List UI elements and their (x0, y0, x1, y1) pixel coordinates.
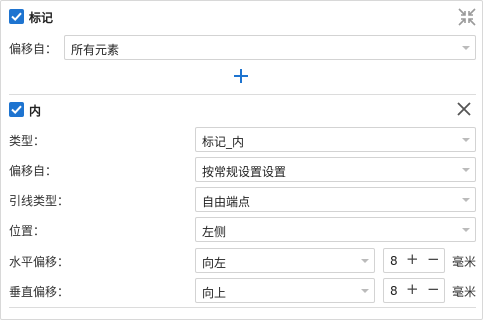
plus-icon[interactable]: + (406, 252, 419, 267)
marker-offset-from-value: 所有元素 (71, 43, 120, 57)
v-offset-direction-value: 向上 (202, 286, 227, 300)
h-offset-value[interactable]: 8 (390, 254, 398, 268)
leader-type-label: 引线类型： (9, 194, 70, 208)
leader-type-value: 自由端点 (202, 195, 251, 209)
close-icon[interactable] (457, 102, 471, 116)
inner-checkbox[interactable] (9, 102, 24, 117)
add-icon[interactable] (234, 69, 248, 83)
section-divider (9, 94, 476, 95)
properties-panel: 标记 偏移自： 所有元素 内 类型： 标记_内 偏移自： 按常规设置设置 引线类… (0, 0, 483, 320)
h-offset-label: 水平偏移： (9, 255, 70, 269)
type-label: 类型： (9, 134, 46, 148)
minus-icon[interactable]: − (427, 282, 440, 297)
check-icon (11, 105, 22, 115)
inner-offset-from-select[interactable]: 按常规设置设置 (195, 157, 476, 182)
h-offset-unit: 毫米 (452, 255, 477, 269)
inner-section-title: 内 (29, 104, 42, 118)
h-offset-direction-select[interactable]: 向左 (195, 248, 375, 273)
minus-icon[interactable]: − (427, 252, 440, 267)
v-offset-value[interactable]: 8 (390, 284, 398, 298)
chevron-down-icon (462, 168, 470, 172)
position-select[interactable]: 左侧 (195, 217, 476, 242)
chevron-down-icon (462, 46, 470, 50)
marker-section-title: 标记 (29, 11, 54, 25)
chevron-down-icon (462, 198, 470, 202)
chevron-down-icon (361, 259, 369, 263)
chevron-down-icon (462, 228, 470, 232)
type-value: 标记_内 (202, 135, 245, 149)
v-offset-unit: 毫米 (452, 285, 477, 299)
marker-offset-from-select[interactable]: 所有元素 (64, 35, 476, 60)
plus-icon[interactable]: + (406, 282, 419, 297)
marker-checkbox[interactable] (9, 9, 24, 24)
check-icon (11, 12, 22, 22)
v-offset-direction-select[interactable]: 向上 (195, 278, 375, 303)
inner-offset-from-value: 按常规设置设置 (202, 165, 287, 179)
v-offset-stepper[interactable]: 8 + − (383, 278, 445, 303)
collapse-icon[interactable] (458, 8, 476, 26)
h-offset-stepper[interactable]: 8 + − (383, 248, 445, 273)
bottom-divider (9, 307, 476, 308)
chevron-down-icon (361, 289, 369, 293)
type-select[interactable]: 标记_内 (195, 127, 476, 152)
marker-offset-from-label: 偏移自： (9, 42, 58, 56)
leader-type-select[interactable]: 自由端点 (195, 187, 476, 212)
position-label: 位置： (9, 224, 46, 238)
position-value: 左侧 (202, 225, 227, 239)
v-offset-label: 垂直偏移： (9, 285, 70, 299)
chevron-down-icon (462, 138, 470, 142)
inner-offset-from-label: 偏移自： (9, 164, 58, 178)
h-offset-direction-value: 向左 (202, 256, 227, 270)
